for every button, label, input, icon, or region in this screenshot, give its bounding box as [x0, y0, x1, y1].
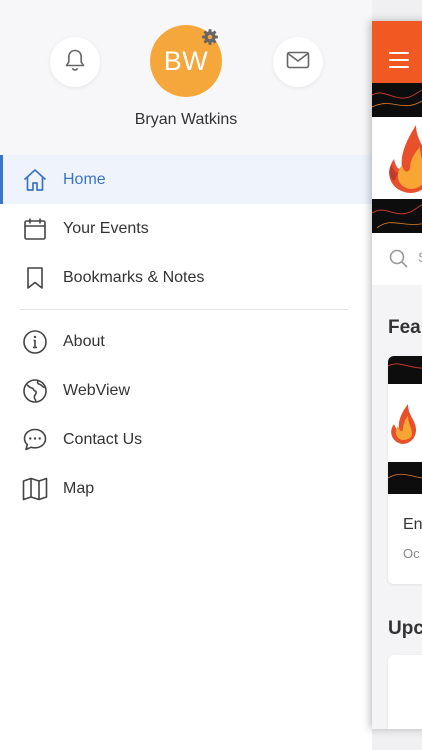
menu-item-home[interactable]: Home	[0, 155, 372, 204]
card-logo-area	[388, 384, 422, 462]
search-placeholder: S	[418, 249, 422, 265]
menu-item-label: WebView	[63, 381, 130, 399]
menu-divider	[20, 309, 348, 310]
gear-icon[interactable]	[199, 26, 221, 48]
map-icon	[22, 476, 48, 502]
banner-logo-area	[372, 117, 422, 199]
event-card-image	[388, 356, 422, 494]
envelope-icon	[286, 51, 310, 74]
featured-event-card[interactable]: En Oc	[388, 356, 422, 584]
flame-logo-icon	[391, 404, 416, 444]
menu-item-label: Home	[63, 170, 106, 188]
messages-button[interactable]	[273, 37, 323, 87]
menu-item-about[interactable]: About	[0, 317, 372, 366]
avatar-initials: BW	[163, 45, 209, 76]
featured-section-title: Fea	[388, 317, 421, 338]
search-bar[interactable]: S	[372, 233, 422, 285]
event-card-title: En	[403, 516, 422, 533]
top-bar	[372, 21, 422, 83]
menu-item-your-events[interactable]: Your Events	[0, 204, 372, 253]
home-icon	[22, 167, 48, 193]
search-icon	[389, 249, 408, 268]
menu-item-contact-us[interactable]: Contact Us	[0, 415, 372, 464]
globe-icon	[22, 378, 48, 404]
hamburger-icon[interactable]	[389, 52, 409, 73]
menu-item-map[interactable]: Map	[0, 464, 372, 513]
drawer-header: BW Bryan Watkins	[0, 0, 372, 155]
bell-icon	[64, 48, 86, 77]
drawer-menu: Home Your Events Bookmarks & Notes About…	[0, 155, 372, 513]
menu-item-label: Your Events	[63, 219, 149, 237]
event-card-date: Oc	[403, 546, 420, 561]
calendar-icon	[22, 216, 48, 242]
main-screen: S Fea En Oc Upc	[372, 21, 422, 729]
menu-item-webview[interactable]: WebView	[0, 366, 372, 415]
notifications-button[interactable]	[50, 37, 100, 87]
menu-item-bookmarks-notes[interactable]: Bookmarks & Notes	[0, 253, 372, 302]
bookmark-icon	[22, 265, 48, 291]
info-icon	[22, 329, 48, 355]
upcoming-event-card[interactable]	[388, 655, 422, 729]
upcoming-section-title: Upc	[388, 618, 422, 639]
menu-item-label: Contact Us	[63, 430, 143, 448]
navigation-drawer: BW Bryan Watkins Home Your Events Bookma…	[0, 0, 372, 750]
menu-item-label: Map	[63, 479, 95, 497]
user-name: Bryan Watkins	[134, 111, 238, 128]
menu-item-label: About	[63, 332, 105, 350]
flame-logo-icon	[389, 125, 422, 193]
chat-icon	[22, 427, 48, 453]
menu-item-label: Bookmarks & Notes	[63, 268, 205, 286]
hero-banner	[372, 83, 422, 233]
